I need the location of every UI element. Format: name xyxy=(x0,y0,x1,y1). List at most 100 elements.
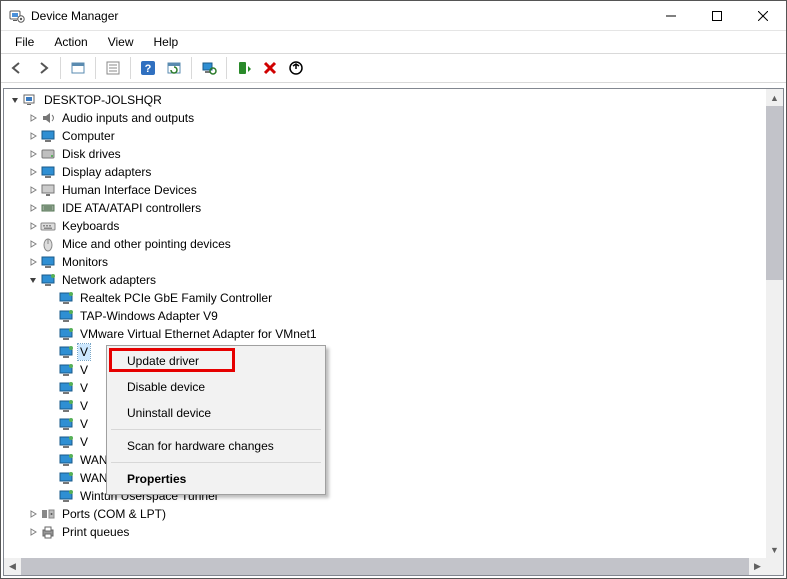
scroll-track[interactable] xyxy=(21,558,749,575)
vertical-scrollbar[interactable]: ▲ ▼ xyxy=(766,89,783,558)
expand-icon[interactable] xyxy=(26,147,40,161)
toolbar-disable-button[interactable] xyxy=(284,56,308,80)
tree-category[interactable]: Network adapters xyxy=(4,271,766,289)
network-icon xyxy=(58,290,74,306)
tree-item-label: IDE ATA/ATAPI controllers xyxy=(60,200,203,216)
tree-category[interactable]: Display adapters xyxy=(4,163,766,181)
toolbar-scan-button[interactable] xyxy=(197,56,221,80)
svg-text:?: ? xyxy=(145,63,152,75)
expander-none xyxy=(44,363,58,377)
tree-item-label: V xyxy=(78,380,90,396)
expander-none xyxy=(44,327,58,341)
menu-help[interactable]: Help xyxy=(146,33,187,51)
tree-item-label: Realtek PCIe GbE Family Controller xyxy=(78,290,274,306)
printer-icon xyxy=(40,524,56,540)
tree-item-label: V xyxy=(78,416,90,432)
scroll-thumb[interactable] xyxy=(21,558,749,575)
tree-category[interactable]: Print queues xyxy=(4,523,766,541)
toolbar-uninstall-button[interactable] xyxy=(258,56,282,80)
collapse-icon[interactable] xyxy=(8,93,22,107)
menu-view[interactable]: View xyxy=(100,33,142,51)
tree-category[interactable]: Monitors xyxy=(4,253,766,271)
ctx-update-driver[interactable]: Update driver xyxy=(109,348,323,374)
tree-category[interactable]: Mice and other pointing devices xyxy=(4,235,766,253)
toolbar: ? xyxy=(1,53,786,83)
monitor-icon xyxy=(40,128,56,144)
expander-none xyxy=(44,453,58,467)
toolbar-separator xyxy=(95,57,96,79)
expand-icon[interactable] xyxy=(26,507,40,521)
expander-none xyxy=(44,417,58,431)
tree-item-label: Network adapters xyxy=(60,272,158,288)
toolbar-show-hidden-button[interactable] xyxy=(66,56,90,80)
ctx-properties[interactable]: Properties xyxy=(109,466,323,492)
toolbar-back-button[interactable] xyxy=(5,56,29,80)
ide-icon xyxy=(40,200,56,216)
tree-category[interactable]: Disk drives xyxy=(4,145,766,163)
ports-icon xyxy=(40,506,56,522)
toolbar-help-button[interactable]: ? xyxy=(136,56,160,80)
tree-item-label: V xyxy=(78,434,90,450)
client-area: DESKTOP-JOLSHQRAudio inputs and outputsC… xyxy=(1,85,786,578)
menu-file[interactable]: File xyxy=(7,33,42,51)
network-icon xyxy=(58,326,74,342)
audio-icon xyxy=(40,110,56,126)
minimize-button[interactable] xyxy=(648,1,694,30)
scroll-thumb[interactable] xyxy=(766,106,783,280)
toolbar-properties-button[interactable] xyxy=(101,56,125,80)
maximize-button[interactable] xyxy=(694,1,740,30)
tree-item-label: TAP-Windows Adapter V9 xyxy=(78,308,220,324)
horizontal-scrollbar[interactable]: ◀ ▶ xyxy=(4,558,766,575)
menubar: File Action View Help xyxy=(1,31,786,53)
close-button[interactable] xyxy=(740,1,786,30)
network-icon xyxy=(58,470,74,486)
hid-icon xyxy=(40,182,56,198)
scroll-down-button[interactable]: ▼ xyxy=(766,541,783,558)
ctx-uninstall-device[interactable]: Uninstall device xyxy=(109,400,323,426)
toolbar-forward-button[interactable] xyxy=(31,56,55,80)
network-icon xyxy=(58,308,74,324)
expander-none xyxy=(44,399,58,413)
expand-icon[interactable] xyxy=(26,111,40,125)
scroll-up-button[interactable]: ▲ xyxy=(766,89,783,106)
scrollbar-corner xyxy=(766,558,783,575)
tree-category[interactable]: Keyboards xyxy=(4,217,766,235)
network-icon xyxy=(58,416,74,432)
disk-icon xyxy=(40,146,56,162)
expand-icon[interactable] xyxy=(26,219,40,233)
tree-device[interactable]: Realtek PCIe GbE Family Controller xyxy=(4,289,766,307)
tree-device[interactable]: VMware Virtual Ethernet Adapter for VMne… xyxy=(4,325,766,343)
expand-icon[interactable] xyxy=(26,525,40,539)
expander-none xyxy=(44,381,58,395)
titlebar: Device Manager xyxy=(1,1,786,31)
expand-icon[interactable] xyxy=(26,165,40,179)
toolbar-refresh-button[interactable] xyxy=(162,56,186,80)
collapse-icon[interactable] xyxy=(26,273,40,287)
tree-item-label: V xyxy=(78,362,90,378)
menu-action[interactable]: Action xyxy=(46,33,95,51)
expander-none xyxy=(44,291,58,305)
tree-category[interactable]: Ports (COM & LPT) xyxy=(4,505,766,523)
tree-item-label: Monitors xyxy=(60,254,110,270)
tree-category[interactable]: IDE ATA/ATAPI controllers xyxy=(4,199,766,217)
expand-icon[interactable] xyxy=(26,129,40,143)
tree-category[interactable]: Audio inputs and outputs xyxy=(4,109,766,127)
expand-icon[interactable] xyxy=(26,237,40,251)
scroll-track[interactable] xyxy=(766,106,783,541)
expand-icon[interactable] xyxy=(26,183,40,197)
tree-category[interactable]: Human Interface Devices xyxy=(4,181,766,199)
expand-icon[interactable] xyxy=(26,255,40,269)
tree-device[interactable]: TAP-Windows Adapter V9 xyxy=(4,307,766,325)
tree-item-label: V xyxy=(78,398,90,414)
ctx-disable-device[interactable]: Disable device xyxy=(109,374,323,400)
toolbar-separator xyxy=(60,57,61,79)
scroll-left-button[interactable]: ◀ xyxy=(4,558,21,575)
tree-category[interactable]: Computer xyxy=(4,127,766,145)
tree-view-container: DESKTOP-JOLSHQRAudio inputs and outputsC… xyxy=(3,88,784,576)
toolbar-update-driver-button[interactable] xyxy=(232,56,256,80)
expand-icon[interactable] xyxy=(26,201,40,215)
ctx-scan-hardware[interactable]: Scan for hardware changes xyxy=(109,433,323,459)
tree-root[interactable]: DESKTOP-JOLSHQR xyxy=(4,91,766,109)
context-menu: Update driver Disable device Uninstall d… xyxy=(106,345,326,495)
scroll-right-button[interactable]: ▶ xyxy=(749,558,766,575)
